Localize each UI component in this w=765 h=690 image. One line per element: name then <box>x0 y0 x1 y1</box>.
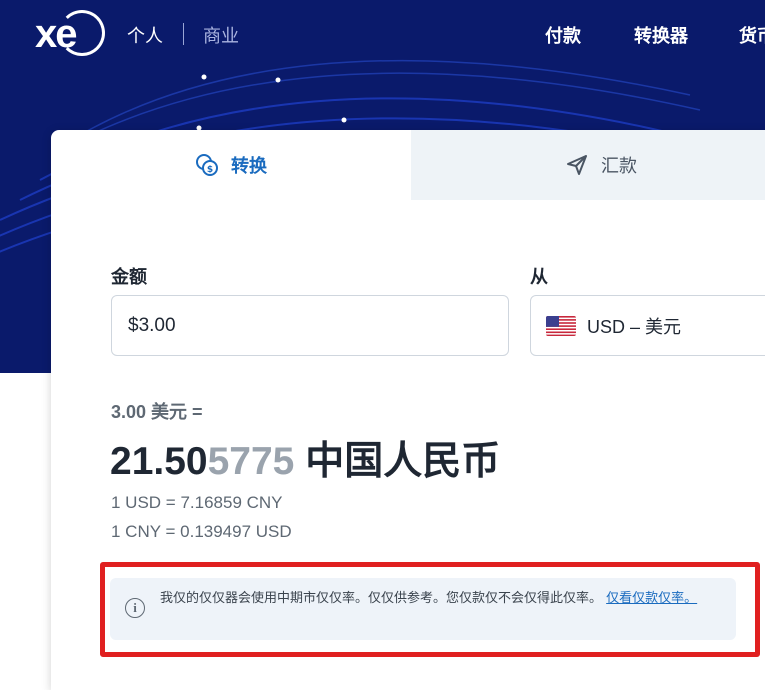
tab-send[interactable]: 汇款 <box>411 130 765 200</box>
send-icon <box>565 153 589 177</box>
amount-input[interactable]: $3.00 <box>111 295 509 356</box>
tab-send-label: 汇款 <box>601 156 637 177</box>
result-value-bold: 21.50 <box>110 440 208 483</box>
svg-text:$: $ <box>207 165 213 175</box>
nav-payments[interactable]: 付款 <box>545 22 581 48</box>
highlight-box <box>100 562 760 657</box>
rate-cny-to-usd: 1 CNY = 0.139497 USD <box>111 522 292 541</box>
result-from-amount: 3.00 美元 = <box>111 402 203 422</box>
amount-label: 金额 <box>111 267 147 288</box>
result-value-faded: 5775 <box>207 440 295 483</box>
result-converted-amount: 21.505775 中国人民币 <box>110 430 500 486</box>
us-flag-icon <box>546 315 576 336</box>
tab-convert[interactable]: $ 转换 <box>51 130 411 200</box>
result-currency-name: 中国人民币 <box>294 440 501 483</box>
nav-currency[interactable]: 货币 <box>739 22 765 48</box>
from-label: 从 <box>530 267 548 288</box>
logo-ring <box>59 10 105 56</box>
from-currency-value: USD – 美元 <box>587 316 682 337</box>
nav-converter[interactable]: 转换器 <box>634 22 688 48</box>
rate-usd-to-cny: 1 USD = 7.16859 CNY <box>111 493 283 512</box>
from-currency-select[interactable]: USD – 美元 <box>530 295 765 356</box>
coins-icon: $ <box>195 153 219 177</box>
tab-convert-label: 转换 <box>231 156 267 177</box>
xe-logo[interactable]: xe <box>35 10 105 57</box>
nav-divider <box>183 23 184 45</box>
nav-business[interactable]: 商业 <box>203 22 239 48</box>
nav-personal[interactable]: 个人 <box>127 22 163 48</box>
top-navigation: xe 个人 商业 付款 转换器 货币 <box>0 0 765 66</box>
